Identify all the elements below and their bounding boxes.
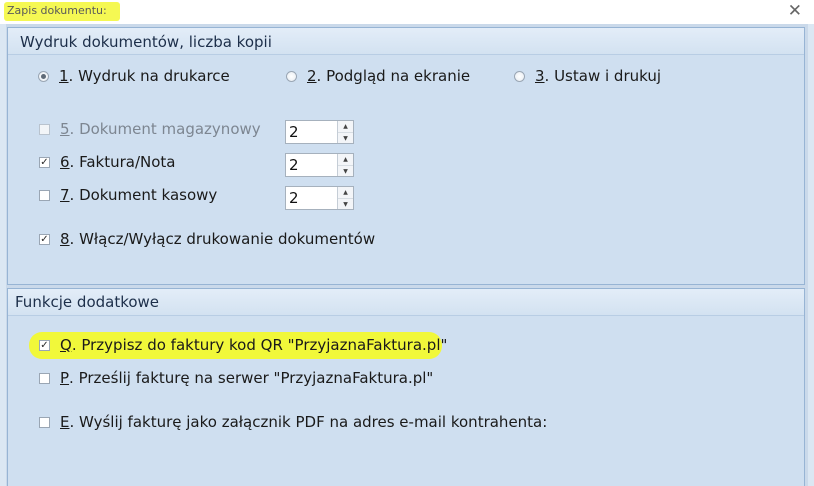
spin-down-icon[interactable]: ▼ [338, 166, 353, 177]
copies-warehouse-spinner[interactable]: 2 ▲ ▼ [285, 120, 354, 144]
checkbox-icon[interactable]: ✓ [39, 156, 50, 168]
check-invoice-note[interactable]: ✓ 6. Faktura/Nota [39, 153, 175, 171]
checkbox-hotkey: 5 [60, 120, 70, 138]
radio-button-icon[interactable] [286, 70, 297, 82]
window-title: Zapis dokumentu: [7, 4, 107, 17]
spin-up-icon[interactable]: ▲ [338, 187, 353, 199]
title-bar: Zapis dokumentu: ✕ [0, 0, 814, 24]
checkbox-icon[interactable] [39, 372, 50, 384]
radio-label: . Podgląd na ekranie [316, 67, 471, 85]
radio-setup-and-print[interactable]: 3. Ustaw i drukuj [514, 67, 661, 85]
checkbox-hotkey: 8 [60, 230, 70, 248]
close-icon[interactable]: ✕ [788, 1, 802, 21]
checkbox-icon[interactable] [39, 416, 50, 428]
check-cash-document[interactable]: 7. Dokument kasowy [39, 186, 217, 204]
check-assign-qr-code[interactable]: ✓ Q. Przypisz do faktury kod QR "Przyjaz… [39, 336, 447, 354]
checkbox-label: . Dokument kasowy [69, 186, 218, 204]
radio-hotkey: 3 [535, 67, 545, 85]
checkbox-label: . Włącz/Wyłącz drukowanie dokumentów [69, 230, 376, 248]
copies-cash-spinner[interactable]: 2 ▲ ▼ [285, 186, 354, 210]
radio-label: . Ustaw i drukuj [544, 67, 662, 85]
checkbox-label: . Prześlij fakturę na serwer "PrzyjaznaF… [69, 369, 434, 387]
radio-label: . Wydruk na drukarce [68, 67, 230, 85]
copies-value[interactable]: 2 [289, 123, 299, 141]
spin-down-icon[interactable]: ▼ [338, 199, 353, 210]
checkbox-label: . Faktura/Nota [69, 153, 176, 171]
spin-down-icon[interactable]: ▼ [338, 133, 353, 144]
radio-button-icon[interactable] [514, 70, 525, 82]
checkbox-hotkey: 7 [60, 186, 70, 204]
spin-up-icon[interactable]: ▲ [338, 121, 353, 133]
check-toggle-printing[interactable]: ✓ 8. Włącz/Wyłącz drukowanie dokumentów [39, 230, 375, 248]
extra-functions-panel: Funkcje dodatkowe [7, 288, 805, 486]
radio-preview-on-screen[interactable]: 2. Podgląd na ekranie [286, 67, 470, 85]
check-warehouse-document: 5. Dokument magazynowy [39, 120, 261, 138]
checkbox-icon[interactable]: ✓ [39, 339, 50, 351]
left-edge [0, 24, 6, 486]
radio-hotkey: 1 [59, 67, 69, 85]
check-send-to-server[interactable]: P. Prześlij fakturę na serwer "Przyjazna… [39, 369, 433, 387]
copies-invoice-spinner[interactable]: 2 ▲ ▼ [285, 153, 354, 177]
radio-print-on-printer[interactable]: 1. Wydruk na drukarce [38, 67, 230, 85]
checkbox-hotkey: P [60, 369, 70, 387]
checkbox-label: . Przypisz do faktury kod QR "PrzyjaznaF… [71, 336, 448, 354]
checkbox-label: . Wyślij fakturę jako załącznik PDF na a… [69, 413, 548, 431]
checkbox-label: . Dokument magazynowy [69, 120, 261, 138]
radio-button-icon[interactable] [38, 70, 49, 82]
checkbox-icon[interactable] [39, 189, 50, 201]
spin-up-icon[interactable]: ▲ [338, 154, 353, 166]
copies-value[interactable]: 2 [289, 189, 299, 207]
checkbox-hotkey: Q [60, 336, 72, 354]
copies-value[interactable]: 2 [289, 156, 299, 174]
checkbox-icon[interactable]: ✓ [39, 233, 50, 245]
print-options-header: Wydruk dokumentów, liczba kopii [8, 28, 804, 55]
checkbox-hotkey: 6 [60, 153, 70, 171]
check-send-pdf-email[interactable]: E. Wyślij fakturę jako załącznik PDF na … [39, 413, 547, 431]
radio-hotkey: 2 [307, 67, 317, 85]
checkbox-icon [39, 123, 50, 135]
right-edge [808, 24, 814, 486]
extra-functions-title: Funkcje dodatkowe [15, 293, 160, 311]
checkbox-hotkey: E [60, 413, 70, 431]
print-options-title: Wydruk dokumentów, liczba kopii [20, 33, 272, 51]
extra-functions-header: Funkcje dodatkowe [8, 289, 804, 316]
